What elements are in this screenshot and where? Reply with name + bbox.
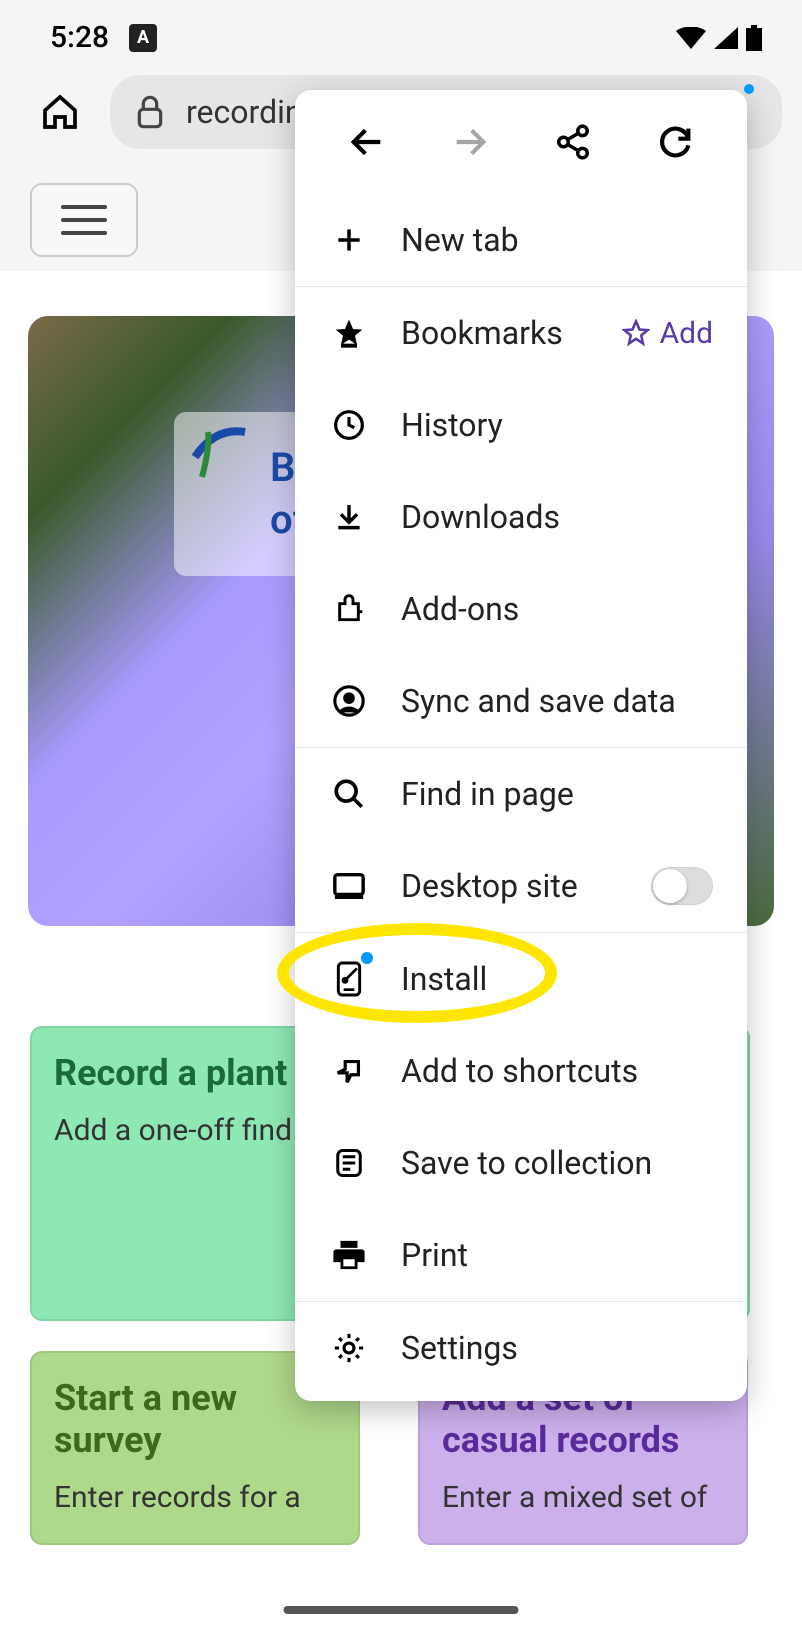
collection-icon [329,1146,369,1180]
puzzle-icon [329,593,369,625]
status-bar: 5:28 A [0,0,802,65]
wifi-icon [676,27,706,49]
bookmark-star-icon [329,317,369,349]
menu-settings[interactable]: Settings [295,1302,747,1401]
menu-new-tab[interactable]: New tab [295,194,747,286]
search-icon [329,777,369,811]
menu-desktop-site[interactable]: Desktop site [295,840,747,932]
star-outline-icon [622,319,650,347]
lock-icon [134,94,166,130]
menu-save-to-collection[interactable]: Save to collection [295,1117,747,1209]
install-badge-dot-icon [361,952,373,964]
site-menu-button[interactable] [30,183,138,257]
keyboard-indicator-icon: A [129,24,157,52]
menu-addons[interactable]: Add-ons [295,563,747,655]
menu-find-in-page[interactable]: Find in page [295,748,747,840]
plus-icon [329,224,369,256]
menu-add-to-shortcuts[interactable]: Add to shortcuts [295,1025,747,1117]
forward-button [450,122,490,162]
back-button[interactable] [347,122,387,162]
status-time: 5:28 [50,20,109,55]
home-button[interactable] [30,82,90,142]
bookmarks-add-button[interactable]: Add [622,316,713,351]
menu-history[interactable]: History [295,379,747,471]
menu-downloads[interactable]: Downloads [295,471,747,563]
menu-print[interactable]: Print [295,1209,747,1301]
menu-sync[interactable]: Sync and save data [295,655,747,747]
share-button[interactable] [554,123,592,161]
home-indicator[interactable] [284,1606,519,1614]
download-icon [329,501,369,533]
gear-icon [329,1331,369,1365]
toggle-knob [653,869,687,903]
print-icon [329,1238,369,1272]
pin-icon [329,1055,369,1087]
menu-bookmarks[interactable]: Bookmarks Add [295,287,747,379]
reload-button[interactable] [655,122,695,162]
browser-menu: New tab Bookmarks Add History Downloads … [295,90,747,1401]
install-app-icon [329,960,369,998]
menu-install[interactable]: Install [295,933,747,1025]
cell-signal-icon [714,27,738,49]
clock-icon [329,409,369,441]
menu-notification-dot-icon [744,84,754,94]
battery-icon [746,25,762,51]
desktop-icon [329,871,369,901]
leaf-swoosh-icon [190,422,250,482]
desktop-site-toggle[interactable] [651,867,713,905]
account-circle-icon [329,684,369,718]
